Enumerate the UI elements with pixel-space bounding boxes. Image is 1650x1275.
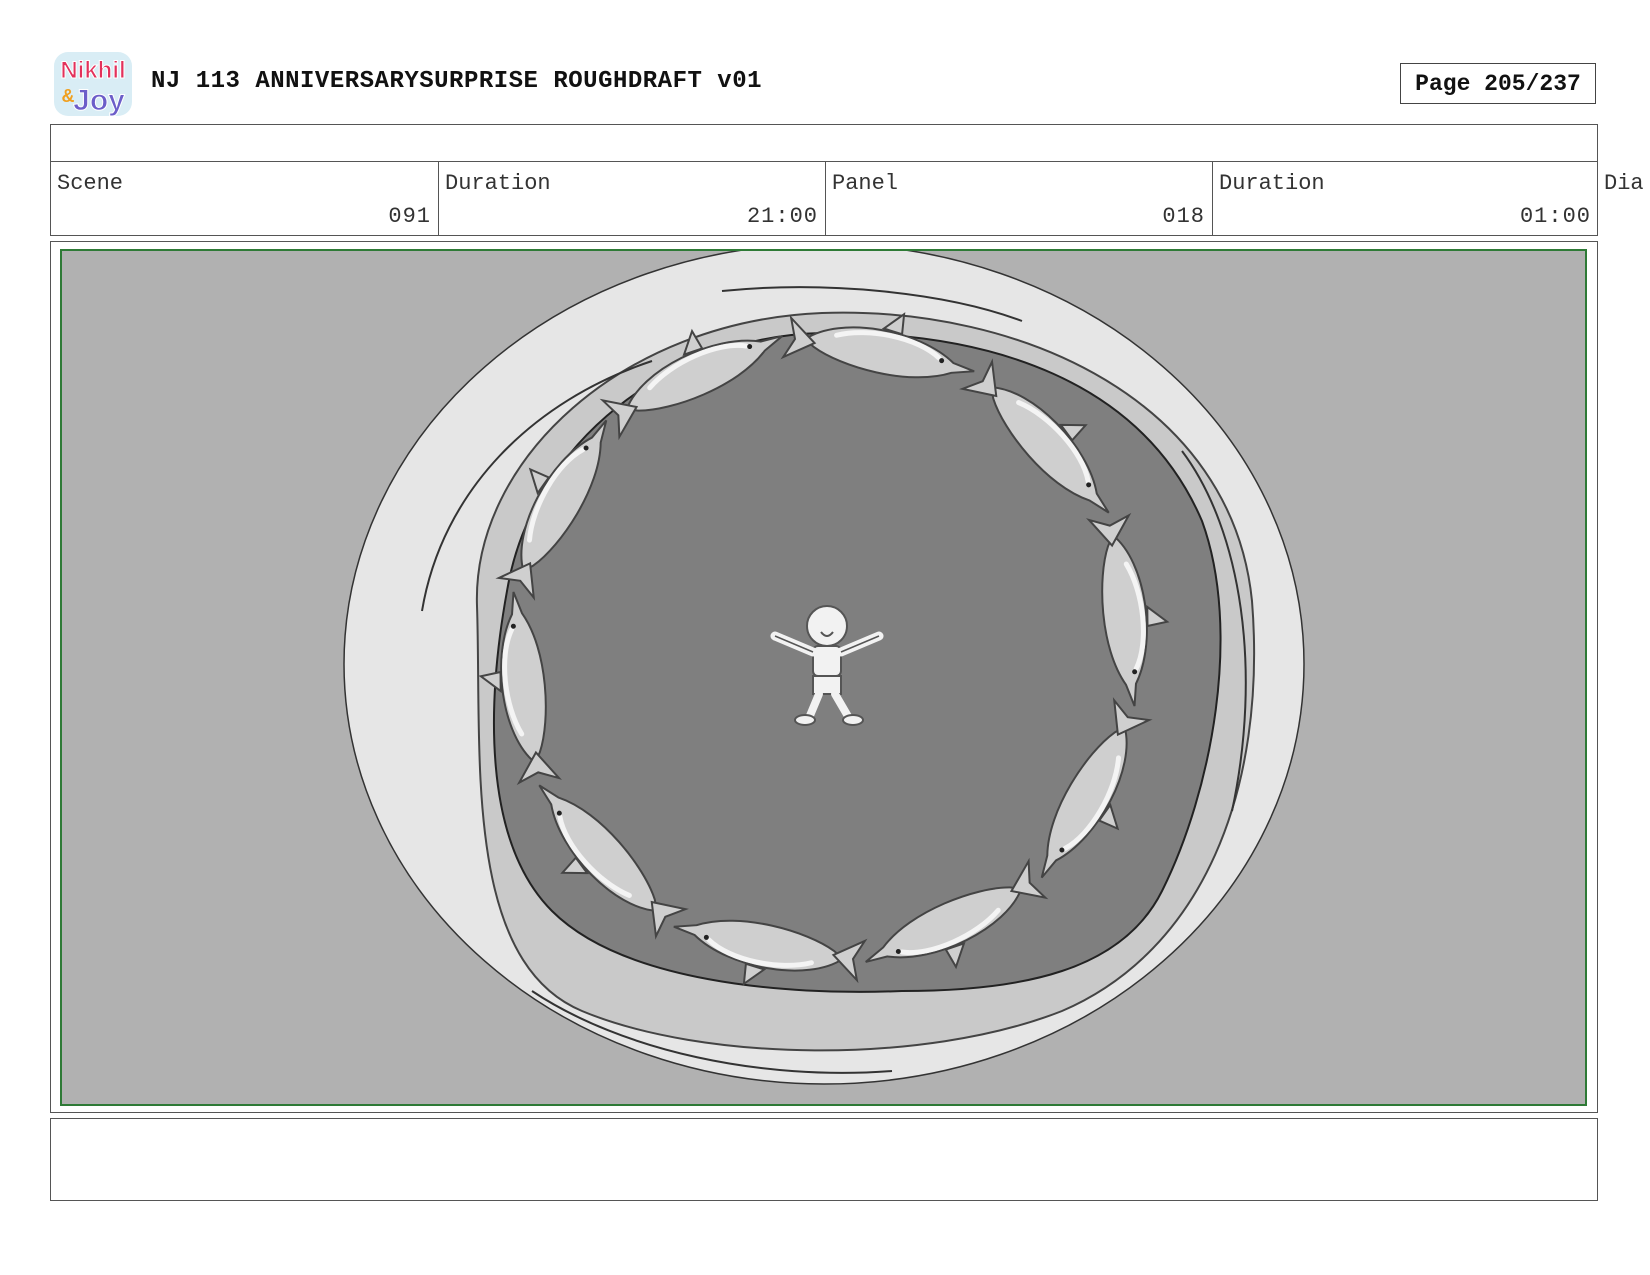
pool-illustration: [343, 251, 1305, 1085]
scene-duration-cell: Duration 21:00: [438, 161, 825, 235]
logo-text-nikhil: Nikhil: [60, 57, 125, 84]
scene-label: Scene: [57, 171, 124, 196]
scene-duration-label: Duration: [445, 171, 551, 196]
panel-notes-box: [50, 1118, 1598, 1201]
scene-cell: Scene 091: [51, 161, 438, 235]
panel-value: 018: [1162, 204, 1205, 229]
show-logo: Nikhil & Joy: [52, 50, 134, 118]
panel-duration-label: Duration: [1219, 171, 1325, 196]
scene-value: 091: [388, 204, 431, 229]
header-blank-row: [50, 124, 1598, 162]
panel-image: [60, 249, 1587, 1106]
scene-info-row: Scene 091 Duration 21:00 Panel 018 Durat…: [50, 161, 1598, 236]
document-title: NJ 113 ANNIVERSARYSURPRISE ROUGHDRAFT v0…: [151, 68, 762, 95]
panel-duration-value: 01:00: [1519, 204, 1591, 229]
scene-duration-value: 21:00: [746, 204, 818, 229]
panel-label: Panel: [832, 171, 899, 196]
panel-cell: Panel 018: [825, 161, 1212, 235]
dialogue-label: Dia: [1604, 171, 1644, 196]
logo-text-joy: Joy: [73, 84, 125, 117]
page-number: Page 205/237: [1400, 63, 1596, 104]
panel-duration-cell: Duration 01:00: [1212, 161, 1598, 235]
